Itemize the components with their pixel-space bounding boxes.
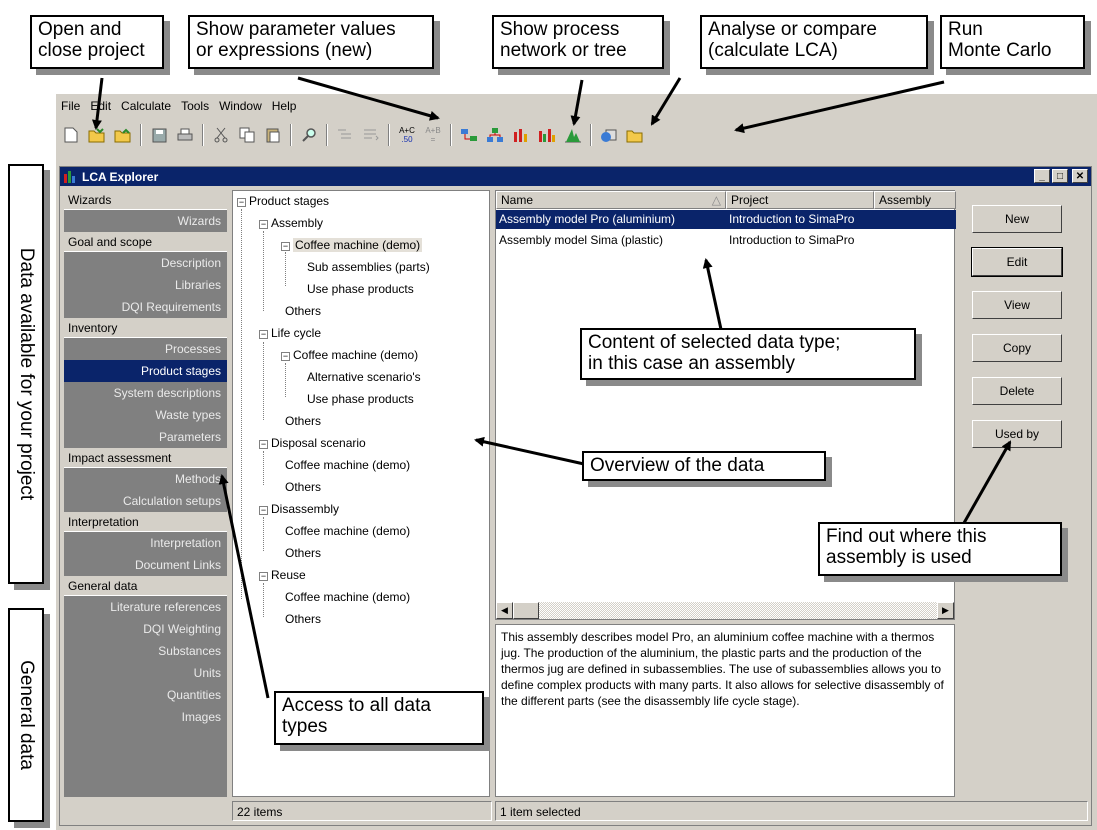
callout-arrows [91, 76, 1012, 699]
callout-show-network: Show process network or tree [492, 15, 664, 69]
callout-data-available-text: Data available for your project [16, 247, 37, 501]
arrow-analyse [650, 77, 682, 126]
callout-analyse: Analyse or compare (calculate LCA) [700, 15, 928, 69]
arrow-used-by [958, 440, 1012, 531]
callout-show-params: Show parameter values or expressions (ne… [188, 15, 434, 69]
callout-monte-carlo: Run Monte Carlo [940, 15, 1085, 69]
arrow-content [702, 258, 724, 335]
callout-content: Content of selected data type; in this c… [580, 328, 916, 380]
callout-find-out: Find out where this assembly is used [818, 522, 1062, 576]
arrow-open-close [91, 77, 104, 130]
arrow-access [218, 474, 270, 699]
arrow-monte-carlo [734, 80, 945, 134]
callout-data-available: Data available for your project [8, 164, 44, 584]
arrow-show-network [570, 79, 584, 126]
callout-general-data: General data [8, 608, 44, 822]
arrow-show-params [297, 76, 440, 121]
callout-access: Access to all data types [274, 691, 484, 745]
callout-overview: Overview of the data [582, 451, 826, 481]
callout-open-close: Open and close project [30, 15, 164, 69]
callout-general-data-text: General data [16, 660, 37, 770]
arrow-overview [474, 436, 585, 466]
